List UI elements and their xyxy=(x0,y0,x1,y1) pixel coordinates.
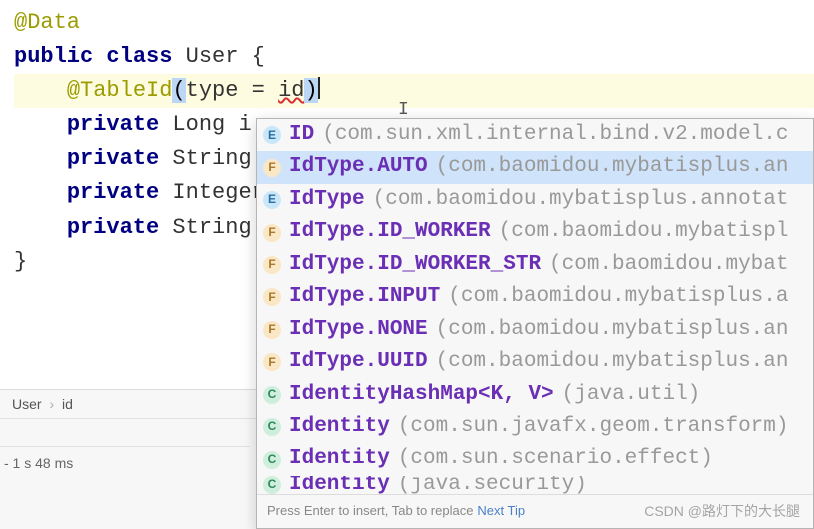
completion-source: (com.baomidou.mybatisplus.an xyxy=(436,152,789,182)
chevron-right-icon: › xyxy=(49,396,54,412)
completion-name: IdType.UUID xyxy=(289,347,428,377)
completion-item[interactable]: C Identity (com.sun.scenario.effect) xyxy=(257,443,813,475)
class-icon: C xyxy=(263,418,281,436)
completion-source: (com.baomidou.mybatisplus.a xyxy=(448,282,788,312)
field-icon: F xyxy=(263,256,281,274)
text-cursor-icon: I xyxy=(398,100,409,120)
typed-text: id xyxy=(278,78,304,103)
completion-source: (com.baomidou.mybatisplus.an xyxy=(436,347,789,377)
field-icon: F xyxy=(263,159,281,177)
annotation: @TableId xyxy=(67,78,173,103)
completion-item[interactable]: E ID (com.sun.xml.internal.bind.v2.model.… xyxy=(257,119,813,151)
completion-item[interactable]: F IdType.INPUT (com.baomidou.mybatisplus.… xyxy=(257,281,813,313)
completion-item[interactable]: F IdType.AUTO (com.baomidou.mybatisplus.a… xyxy=(257,151,813,183)
class-icon: C xyxy=(263,386,281,404)
status-bar: - 1 s 48 ms xyxy=(0,446,250,479)
completion-item[interactable]: C Identity (com.sun.javafx.geom.transform… xyxy=(257,411,813,443)
completion-name: IdType.NONE xyxy=(289,315,428,345)
completion-item[interactable]: E IdType (com.baomidou.mybatisplus.annota… xyxy=(257,184,813,216)
completion-name: IdType.AUTO xyxy=(289,152,428,182)
keyword: private xyxy=(67,215,159,240)
completion-name: IdentityHashMap<K, V> xyxy=(289,380,554,410)
completion-name: IdType xyxy=(289,185,365,215)
enum-icon: E xyxy=(263,126,281,144)
completion-source: (com.sun.javafx.geom.transform) xyxy=(398,412,789,442)
keyword: class xyxy=(106,44,172,69)
completion-item[interactable]: F IdType.ID_WORKER_STR (com.baomidou.myba… xyxy=(257,249,813,281)
completion-name: IdType.INPUT xyxy=(289,282,440,312)
completion-source: (com.baomidou.mybatispl xyxy=(499,217,789,247)
completion-source: (com.sun.xml.internal.bind.v2.model.c xyxy=(322,120,788,150)
autocomplete-popup[interactable]: E ID (com.sun.xml.internal.bind.v2.model.… xyxy=(256,118,814,529)
completion-source: (java.util) xyxy=(562,380,701,410)
keyword: private xyxy=(67,112,159,137)
watermark: CSDN @路灯下的大长腿 xyxy=(644,501,800,521)
completion-item[interactable]: F IdType.UUID (com.baomidou.mybatisplus.a… xyxy=(257,346,813,378)
keyword: private xyxy=(67,146,159,171)
next-tip-link[interactable]: Next Tip xyxy=(477,503,525,518)
field-icon: F xyxy=(263,224,281,242)
completion-name: Identity xyxy=(289,476,390,494)
class-icon: C xyxy=(263,451,281,469)
completion-item[interactable]: C IdentityHashMap<K, V> (java.util) xyxy=(257,379,813,411)
field-icon: F xyxy=(263,353,281,371)
field-icon: F xyxy=(263,321,281,339)
completion-name: ID xyxy=(289,120,314,150)
completion-source: (com.baomidou.mybat xyxy=(549,250,788,280)
text-cursor xyxy=(318,77,320,99)
status-text: - 1 s 48 ms xyxy=(4,455,73,471)
completion-source: (com.baomidou.mybatisplus.an xyxy=(436,315,789,345)
completion-item[interactable]: F IdType.ID_WORKER (com.baomidou.mybatisp… xyxy=(257,216,813,248)
keyword: private xyxy=(67,180,159,205)
completion-name: IdType.ID_WORKER_STR xyxy=(289,250,541,280)
field-icon: F xyxy=(263,288,281,306)
hint-text: Press Enter to insert, Tab to replace xyxy=(267,503,473,518)
completion-item[interactable]: C Identity (java.security) xyxy=(257,476,813,494)
completion-name: Identity xyxy=(289,444,390,474)
completion-name: Identity xyxy=(289,412,390,442)
completion-source: (java.security) xyxy=(398,476,587,494)
code-line: @Data xyxy=(14,6,814,40)
completion-source: (com.sun.scenario.effect) xyxy=(398,444,713,474)
completion-name: IdType.ID_WORKER xyxy=(289,217,491,247)
annotation: @Data xyxy=(14,10,80,35)
class-icon: C xyxy=(263,476,281,494)
completion-item[interactable]: F IdType.NONE (com.baomidou.mybatisplus.a… xyxy=(257,314,813,346)
code-line: public class User { xyxy=(14,40,814,74)
breadcrumb-segment[interactable]: User xyxy=(12,396,42,412)
enum-icon: E xyxy=(263,191,281,209)
keyword: public xyxy=(14,44,93,69)
breadcrumb-segment[interactable]: id xyxy=(62,396,73,412)
completion-source: (com.baomidou.mybatisplus.annotat xyxy=(373,185,789,215)
code-line-current: @TableId(type = id) xyxy=(14,74,814,108)
